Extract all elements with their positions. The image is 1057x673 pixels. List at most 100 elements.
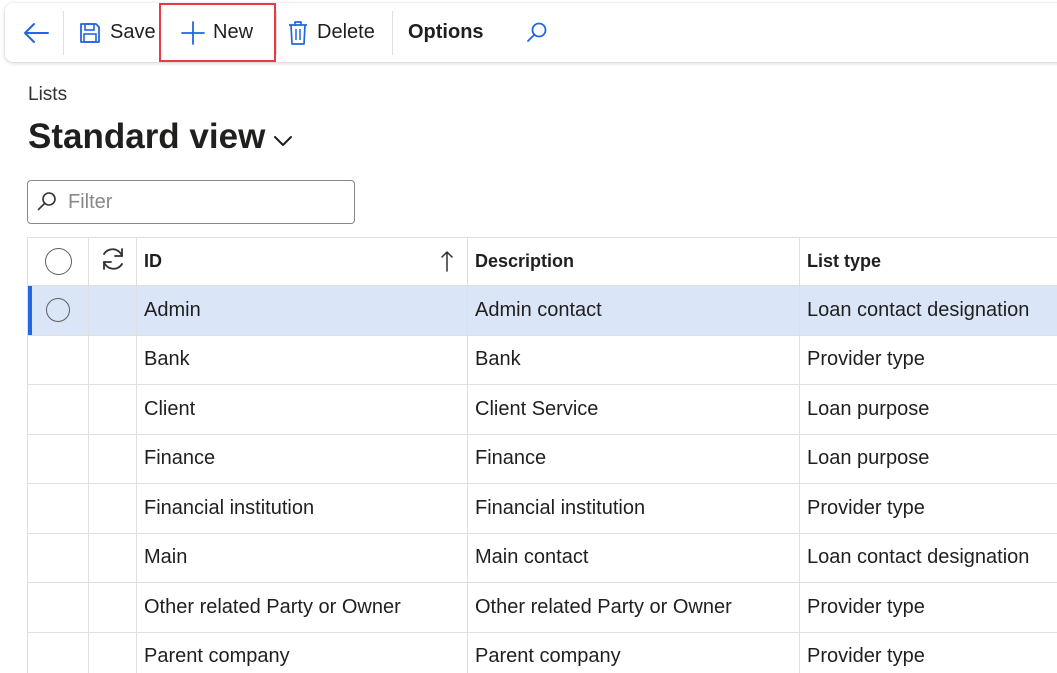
description-cell-text: Bank xyxy=(475,348,521,371)
id-cell-text: Parent company xyxy=(144,645,290,668)
new-button[interactable]: New xyxy=(181,3,253,62)
description-cell[interactable]: Finance xyxy=(468,434,800,483)
row-select-cell[interactable] xyxy=(28,434,89,483)
id-cell[interactable]: Financial institution xyxy=(137,484,468,533)
save-button-label: Save xyxy=(110,21,156,43)
id-cell-text: Finance xyxy=(144,447,216,470)
id-cell-text: Admin xyxy=(144,298,201,321)
row-select-cell[interactable] xyxy=(28,533,89,582)
list-type-cell[interactable]: Loan contact designation xyxy=(800,286,1057,335)
id-cell-text: Financial institution xyxy=(144,496,315,519)
row-spacer-cell xyxy=(89,533,137,582)
table-row[interactable]: Client Client Service Loan purpose xyxy=(28,385,1057,435)
id-cell[interactable]: Parent company xyxy=(137,632,468,673)
toolbar-divider xyxy=(63,11,64,55)
id-cell[interactable]: Client xyxy=(137,385,468,434)
list-type-cell[interactable]: Provider type xyxy=(800,484,1057,533)
description-cell[interactable]: Parent company xyxy=(468,632,800,673)
list-type-cell-text: Loan purpose xyxy=(807,397,930,420)
row-select-cell[interactable] xyxy=(28,335,89,384)
table-row[interactable]: Other related Party or Owner Other relate… xyxy=(28,583,1057,633)
delete-button[interactable]: Delete xyxy=(287,3,375,62)
select-all-radio[interactable] xyxy=(44,248,72,275)
description-cell[interactable]: Bank xyxy=(468,335,800,384)
row-spacer-cell xyxy=(89,335,137,384)
filter-box[interactable] xyxy=(27,180,355,224)
options-button[interactable]: Options xyxy=(408,3,484,62)
description-cell-text: Parent company xyxy=(475,645,621,668)
delete-button-label: Delete xyxy=(317,21,375,43)
grid-header-row: ID Description List type xyxy=(28,238,1057,286)
id-cell[interactable]: Main xyxy=(137,533,468,582)
row-select-cell[interactable] xyxy=(28,484,89,533)
row-select-cell[interactable] xyxy=(28,286,89,335)
id-cell[interactable]: Finance xyxy=(137,434,468,483)
grid-body: Admin Admin contact Loan contact designati… xyxy=(28,286,1057,673)
list-type-cell-text: Provider type xyxy=(807,348,925,371)
id-cell[interactable]: Bank xyxy=(137,335,468,384)
description-cell[interactable]: Financial institution xyxy=(468,484,800,533)
column-header-description[interactable]: Description xyxy=(468,238,800,285)
id-cell[interactable]: Other related Party or Owner xyxy=(137,583,468,632)
filter-input[interactable] xyxy=(66,189,340,215)
chevron-down-icon xyxy=(273,134,293,148)
description-cell-text: Admin contact xyxy=(475,298,602,321)
row-spacer-cell xyxy=(89,484,137,533)
table-row[interactable]: Financial institution Financial instituti… xyxy=(28,484,1057,534)
row-spacer-cell xyxy=(89,632,137,673)
search-button[interactable] xyxy=(525,3,549,62)
toolbar-divider xyxy=(276,11,277,55)
description-cell[interactable]: Main contact xyxy=(468,533,800,582)
new-button-label: New xyxy=(213,21,254,43)
view-selector[interactable]: Standard view xyxy=(28,117,293,157)
row-spacer-cell xyxy=(89,434,137,483)
description-cell[interactable]: Admin contact xyxy=(468,286,800,335)
row-select-radio[interactable] xyxy=(46,298,70,323)
id-cell-text: Bank xyxy=(144,348,190,371)
table-row[interactable]: Bank Bank Provider type xyxy=(28,335,1057,385)
description-cell[interactable]: Client Service xyxy=(468,385,800,434)
table-row[interactable]: Main Main contact Loan contact designation xyxy=(28,533,1057,583)
description-cell-text: Other related Party or Owner xyxy=(475,595,732,618)
list-type-cell-text: Loan contact designation xyxy=(807,546,1030,569)
column-header-description-label: Description xyxy=(475,251,575,271)
trash-icon xyxy=(287,20,309,46)
list-type-cell[interactable]: Provider type xyxy=(800,336,1057,385)
table-row[interactable]: Parent company Parent company Provider typ… xyxy=(28,632,1057,673)
description-cell[interactable]: Other related Party or Owner xyxy=(468,583,800,632)
refresh-icon[interactable] xyxy=(99,245,127,278)
page-title: Standard view xyxy=(28,117,266,156)
list-type-cell[interactable]: Loan purpose xyxy=(800,385,1057,434)
table-row[interactable]: Admin Admin contact Loan contact designati… xyxy=(28,286,1057,336)
column-header-id[interactable]: ID xyxy=(137,238,468,285)
list-type-cell-text: Loan purpose xyxy=(807,447,930,470)
table-row[interactable]: Finance Finance Loan purpose xyxy=(28,434,1057,484)
column-header-id-label: ID xyxy=(144,251,162,271)
back-button[interactable] xyxy=(19,3,53,62)
list-type-cell[interactable]: Loan purpose xyxy=(800,435,1057,484)
select-all-cell[interactable] xyxy=(28,238,89,285)
row-spacer-cell xyxy=(89,286,137,335)
breadcrumb: Lists xyxy=(28,84,68,105)
options-button-label: Options xyxy=(408,21,484,43)
list-type-cell[interactable]: Loan contact designation xyxy=(800,534,1057,583)
id-cell[interactable]: Admin xyxy=(137,286,468,335)
column-header-list-type-label: List type xyxy=(807,251,882,271)
page: Save New Delete Options Lists Standard v… xyxy=(0,0,1057,673)
row-select-cell[interactable] xyxy=(28,632,89,673)
list-type-cell-text: Provider type xyxy=(807,645,925,668)
floppy-disk-icon xyxy=(78,21,102,45)
save-button[interactable]: Save xyxy=(78,3,156,62)
list-type-cell[interactable]: Provider type xyxy=(800,633,1057,673)
refresh-cell[interactable] xyxy=(89,238,137,285)
id-cell-text: Other related Party or Owner xyxy=(144,595,401,618)
row-select-cell[interactable] xyxy=(28,385,89,434)
description-cell-text: Client Service xyxy=(475,397,599,420)
toolbar-divider xyxy=(392,11,393,55)
row-select-cell[interactable] xyxy=(28,583,89,632)
lists-grid: ID Description List type Admin Admin cont… xyxy=(27,237,1057,673)
row-spacer-cell xyxy=(89,583,137,632)
column-header-list-type[interactable]: List type xyxy=(800,238,1057,285)
list-type-cell[interactable]: Provider type xyxy=(800,583,1057,632)
action-pane: Save New Delete Options xyxy=(5,3,1057,62)
